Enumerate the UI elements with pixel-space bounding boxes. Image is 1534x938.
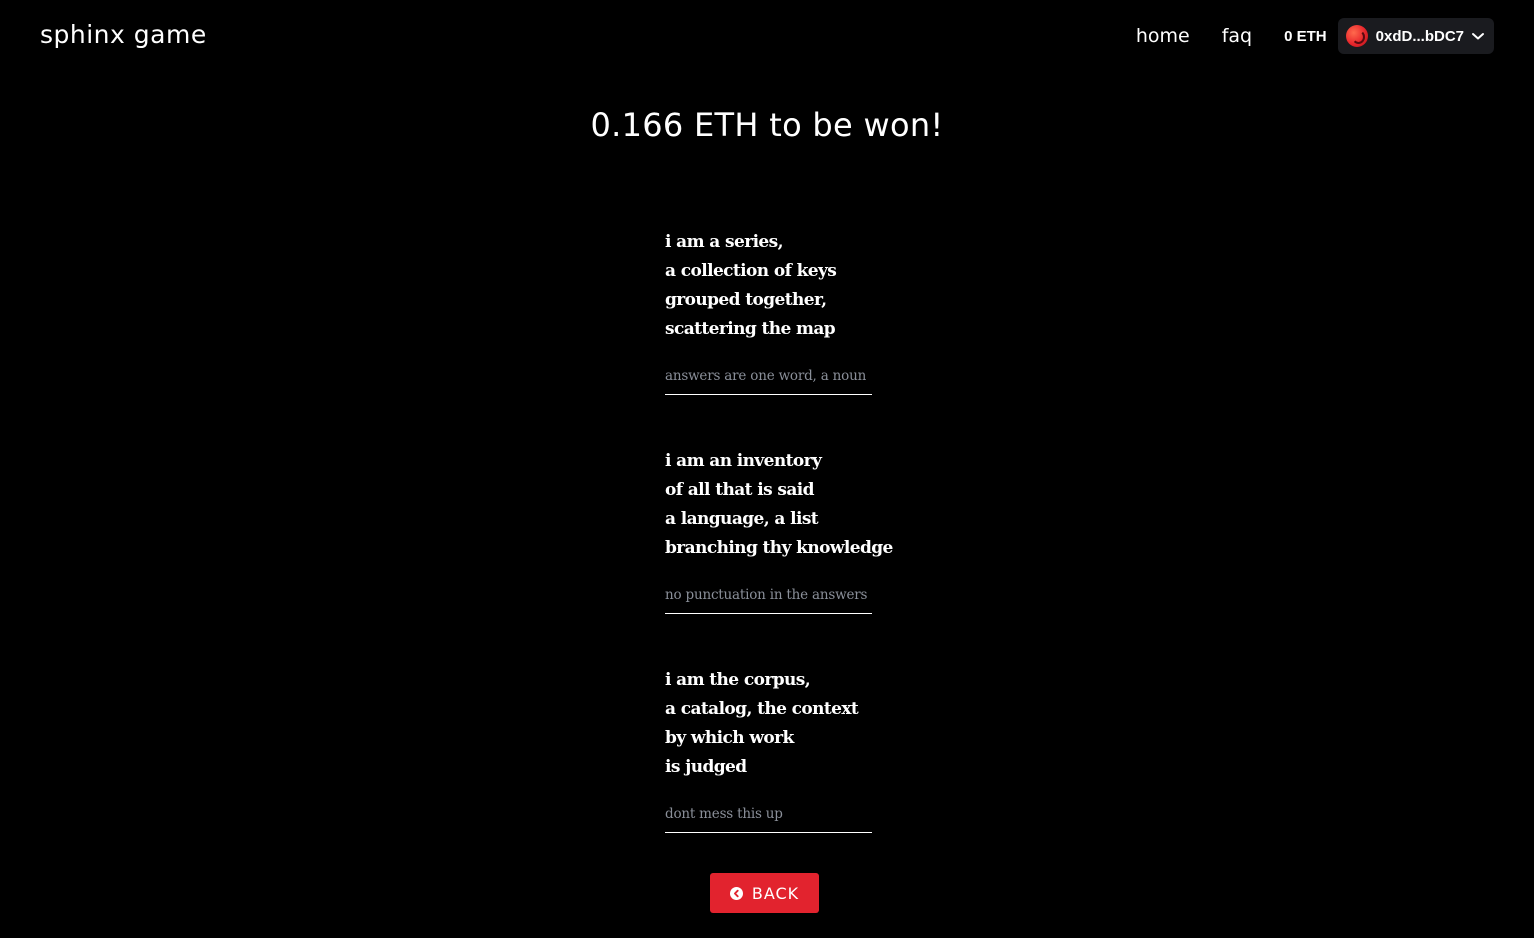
answer-input-1[interactable] bbox=[665, 363, 872, 395]
account-button[interactable]: 0xdD...bDC7 bbox=[1337, 18, 1494, 54]
riddle-line: scattering the map bbox=[665, 319, 836, 339]
top-nav: home faq 0 ETH 0xdD...bDC7 bbox=[1136, 18, 1494, 54]
site-logo[interactable]: sphinx game bbox=[40, 20, 207, 49]
riddle-line: i am an inventory bbox=[665, 451, 822, 471]
riddle-line: i am a series, bbox=[665, 232, 784, 252]
riddle-text: i am the corpus, a catalog, the context … bbox=[665, 666, 872, 782]
riddle-line: i am the corpus, bbox=[665, 670, 811, 690]
riddle-line: branching thy knowledge bbox=[665, 538, 893, 558]
account-address: 0xdD...bDC7 bbox=[1375, 27, 1464, 45]
eth-balance: 0 ETH bbox=[1284, 27, 1327, 45]
riddle-line: of all that is said bbox=[665, 480, 815, 500]
riddle-line: grouped together, bbox=[665, 290, 827, 310]
riddle-line: a catalog, the context bbox=[665, 699, 859, 719]
prize-title: 0.166 ETH to be won! bbox=[590, 106, 944, 144]
riddle-line: a collection of keys bbox=[665, 261, 837, 281]
riddle-line: is judged bbox=[665, 757, 747, 777]
chevron-left-circle-icon bbox=[729, 886, 743, 900]
riddle-text: i am a series, a collection of keys grou… bbox=[665, 228, 872, 344]
riddle-2: i am an inventory of all that is said a … bbox=[665, 447, 893, 614]
avatar bbox=[1345, 25, 1368, 47]
riddle-text: i am an inventory of all that is said a … bbox=[665, 447, 893, 563]
answer-input-3[interactable] bbox=[665, 801, 872, 833]
riddle-1: i am a series, a collection of keys grou… bbox=[665, 228, 872, 395]
back-button-label: BACK bbox=[751, 883, 800, 903]
riddle-line: by which work bbox=[665, 728, 794, 748]
chevron-down-icon bbox=[1472, 33, 1484, 40]
answer-input-2[interactable] bbox=[665, 582, 872, 614]
nav-home-link[interactable]: home bbox=[1136, 25, 1190, 47]
back-button[interactable]: BACK bbox=[710, 873, 819, 913]
riddle-line: a language, a list bbox=[665, 509, 819, 529]
page: sphinx game home faq 0 ETH 0xdD...bDC7 0… bbox=[0, 0, 1534, 938]
nav-faq-link[interactable]: faq bbox=[1222, 25, 1252, 47]
riddle-3: i am the corpus, a catalog, the context … bbox=[665, 666, 872, 833]
riddle-form: i am a series, a collection of keys grou… bbox=[665, 228, 893, 885]
